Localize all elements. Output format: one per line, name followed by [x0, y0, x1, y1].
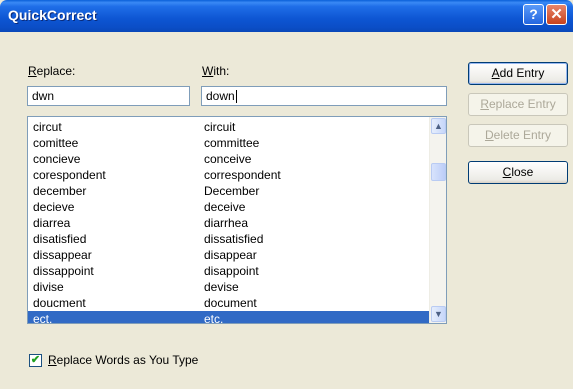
replace-as-you-type-checkbox[interactable]: ✔ [29, 354, 42, 367]
scroll-thumb[interactable] [431, 163, 446, 181]
list-item[interactable]: dissappoint disappoint [28, 263, 429, 279]
list-item-correction: circuit [204, 120, 236, 134]
list-item[interactable]: decieve deceive [28, 199, 429, 215]
with-input[interactable]: down [201, 86, 447, 106]
replace-as-you-type-label[interactable]: Replace Words as You Type [48, 353, 198, 367]
replace-label: Replace: [28, 64, 76, 78]
list-item[interactable]: corespondent correspondent [28, 167, 429, 183]
list-item-misspelling: circut [33, 120, 62, 134]
with-input-value: down [206, 89, 235, 103]
correction-list[interactable]: circut circuit comittee committee concieve co… [27, 116, 447, 324]
list-item[interactable]: circut circuit [28, 119, 429, 135]
chevron-down-icon: ▼ [434, 309, 443, 319]
list-item-misspelling: divise [33, 280, 64, 294]
list-item-misspelling: dissappoint [33, 264, 94, 278]
quickcorrect-dialog: QuickCorrect ? ✕ Replace: With: dwn down… [0, 0, 573, 389]
list-item[interactable]: ect. etc. [28, 311, 429, 324]
list-item-correction: devise [204, 280, 239, 294]
scroll-down-button[interactable]: ▼ [431, 306, 446, 322]
title-close-button[interactable]: ✕ [546, 4, 567, 25]
list-item-correction: disappear [204, 248, 257, 262]
scroll-up-button[interactable]: ▲ [431, 118, 446, 134]
list-item[interactable]: doucment document [28, 295, 429, 311]
title-bar[interactable]: QuickCorrect ? ✕ [0, 0, 573, 32]
list-item[interactable]: comittee committee [28, 135, 429, 151]
list-item-misspelling: disatisfied [33, 232, 87, 246]
replace-entry-button[interactable]: Replace Entry [468, 93, 568, 116]
delete-entry-button[interactable]: Delete Entry [468, 124, 568, 147]
list-item[interactable]: disatisfied dissatisfied [28, 231, 429, 247]
dialog-title: QuickCorrect [8, 7, 97, 23]
list-item-misspelling: dissappear [33, 248, 92, 262]
list-item-correction: correspondent [204, 168, 281, 182]
list-item-correction: deceive [204, 200, 246, 214]
list-item-correction: dissatisfied [204, 232, 264, 246]
replace-input[interactable]: dwn [27, 86, 190, 106]
list-item-misspelling: doucment [33, 296, 86, 310]
add-entry-button[interactable]: Add Entry [468, 62, 568, 85]
list-item[interactable]: concieve conceive [28, 151, 429, 167]
list-item-misspelling: comittee [33, 136, 79, 150]
list-item-correction: disappoint [204, 264, 259, 278]
list-item-misspelling: concieve [33, 152, 81, 166]
list-item[interactable]: december December [28, 183, 429, 199]
list-item-misspelling: decieve [33, 200, 75, 214]
list-item-correction: conceive [204, 152, 252, 166]
replace-input-value: dwn [32, 89, 55, 103]
text-caret [235, 90, 237, 104]
chevron-up-icon: ▲ [434, 121, 443, 131]
list-item-correction: committee [204, 136, 260, 150]
help-button[interactable]: ? [523, 4, 544, 25]
list-item[interactable]: dissappear disappear [28, 247, 429, 263]
checkmark-icon: ✔ [30, 354, 41, 366]
list-item-correction: December [204, 184, 260, 198]
list-item-misspelling: corespondent [33, 168, 106, 182]
list-item-misspelling: diarrea [33, 216, 71, 230]
with-label: With: [202, 64, 230, 78]
list-item-correction: diarrhea [204, 216, 249, 230]
list-item[interactable]: diarrea diarrhea [28, 215, 429, 231]
list-item-misspelling: december [33, 184, 87, 198]
list-item-correction: etc. [204, 312, 224, 324]
help-icon: ? [529, 6, 538, 22]
list-item-correction: document [204, 296, 257, 310]
close-icon: ✕ [550, 6, 563, 23]
list-scrollbar[interactable]: ▲ ▼ [429, 117, 446, 323]
list-item-misspelling: ect. [33, 312, 53, 324]
close-button[interactable]: Close [468, 161, 568, 184]
list-item[interactable]: divise devise [28, 279, 429, 295]
